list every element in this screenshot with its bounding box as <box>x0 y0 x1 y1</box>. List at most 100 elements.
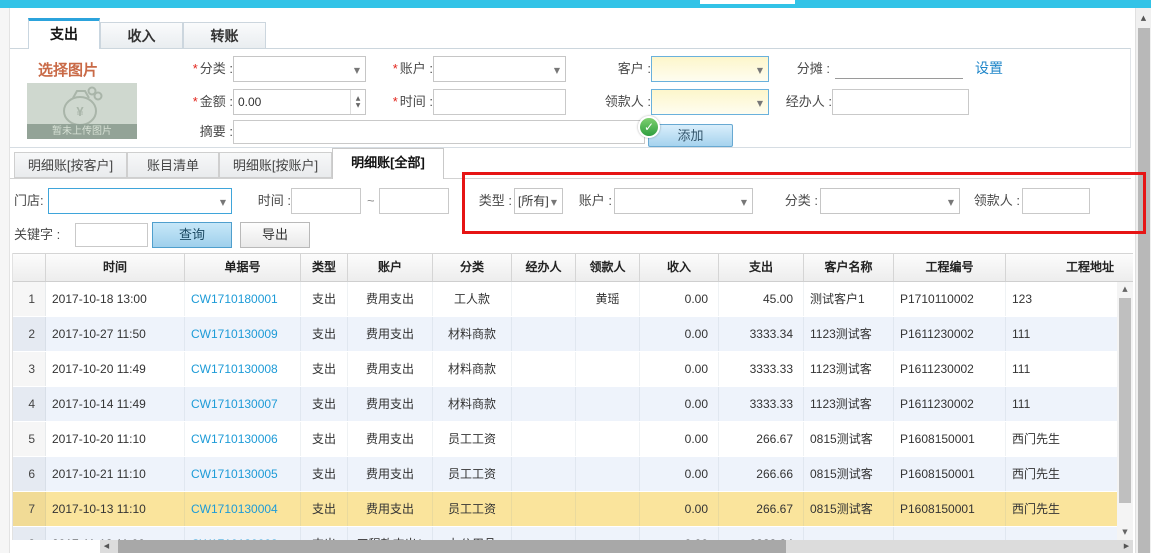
scroll-up-icon[interactable]: ▲ <box>1136 11 1151 25</box>
store-select[interactable]: ▼ <box>48 188 232 214</box>
agent-input[interactable] <box>832 89 969 115</box>
cell-customer: 1123测试客 <box>804 352 894 386</box>
cell-project-no <box>894 527 1006 540</box>
cell-account: 费用支出 <box>348 422 433 456</box>
column-header[interactable]: 客户名称 <box>804 254 894 281</box>
tab-detail-by-account[interactable]: 明细账[按账户] <box>219 152 332 178</box>
export-button[interactable]: 导出 <box>240 222 310 248</box>
cell-type: 支出 <box>301 317 348 351</box>
column-header[interactable]: 工程编号 <box>894 254 1006 281</box>
category-select[interactable]: ▼ <box>233 56 366 82</box>
scroll-down-icon[interactable]: ▼ <box>1117 525 1133 540</box>
cell-agent <box>512 492 576 526</box>
money-bag-icon: ¥ <box>63 86 103 126</box>
amount-input[interactable] <box>234 90 350 114</box>
table-vertical-scrollbar[interactable]: ▲ ▼ <box>1117 282 1133 540</box>
required-asterisk: * <box>192 94 198 109</box>
column-header[interactable]: 工程地址 <box>1006 254 1118 281</box>
add-button[interactable]: 添加 <box>648 124 733 147</box>
cell-account: 费用支出 <box>348 352 433 386</box>
time-input[interactable] <box>433 89 566 115</box>
cell-income: 0.00 <box>640 527 719 540</box>
cell-project-address: 西门先生 <box>1006 422 1118 456</box>
cell-doc-no[interactable]: CW1710130003 <box>185 527 301 540</box>
settings-link[interactable]: 设置 <box>975 58 1003 78</box>
tab-expense[interactable]: 支出 <box>28 18 100 49</box>
page-scrollbar[interactable]: ▲ <box>1135 8 1151 553</box>
cell-doc-no[interactable]: CW1710180001 <box>185 282 301 316</box>
time-from-input[interactable] <box>291 188 361 214</box>
row-number: 2 <box>13 317 46 351</box>
column-header[interactable]: 单据号 <box>185 254 301 281</box>
filter-payee-label: 领款人 : <box>973 193 1020 208</box>
table-row[interactable]: 2 2017-10-27 11:50 CW1710130009 支出 费用支出 材料商款 0… <box>13 317 1133 352</box>
column-header-rownum[interactable] <box>13 254 46 281</box>
cell-doc-no[interactable]: CW1710130009 <box>185 317 301 351</box>
column-header[interactable]: 收入 <box>640 254 719 281</box>
cell-account: 费用支出 <box>348 317 433 351</box>
cell-expense: 3333.33 <box>719 352 804 386</box>
cell-type: 支出 <box>301 457 348 491</box>
account-label: * 账户 : <box>392 61 433 76</box>
table-row[interactable]: 5 2017-10-20 11:10 CW1710130006 支出 费用支出 员工工资 0… <box>13 422 1133 457</box>
cell-customer: 0815测试客 <box>804 457 894 491</box>
type-label: 类型 : <box>478 193 512 208</box>
table-row[interactable]: 4 2017-10-14 11:49 CW1710130007 支出 费用支出 材料商款 0… <box>13 387 1133 422</box>
cell-type: 支出 <box>301 387 348 421</box>
column-header[interactable]: 领款人 <box>576 254 640 281</box>
column-header[interactable]: 账户 <box>348 254 433 281</box>
main-content: 支出 收入 转账 选择图片 ¥ 暂未上传图片 * 分类 : ▼ * 账户 : ▼ 客… <box>10 8 1146 553</box>
column-header[interactable]: 支出 <box>719 254 804 281</box>
scroll-left-icon[interactable]: ◀ <box>100 540 113 553</box>
time-to-input[interactable] <box>379 188 449 214</box>
cell-expense: 3333.34 <box>719 527 804 540</box>
cell-doc-no[interactable]: CW1710130006 <box>185 422 301 456</box>
scroll-right-icon[interactable]: ▶ <box>1120 540 1133 553</box>
scroll-up-icon[interactable]: ▲ <box>1117 282 1133 297</box>
cell-doc-no[interactable]: CW1710130004 <box>185 492 301 526</box>
keyword-input[interactable] <box>75 223 148 247</box>
filter-account-select[interactable]: ▼ <box>614 188 753 214</box>
column-header[interactable]: 类型 <box>301 254 348 281</box>
table-row[interactable]: 82017-11-13 11:00CW1710130003支出工程款支出1办公用… <box>13 527 1133 540</box>
cell-time: 2017-10-20 11:10 <box>46 422 185 456</box>
payee-select[interactable]: ▼ <box>651 89 769 115</box>
cell-doc-no[interactable]: CW1710130008 <box>185 352 301 386</box>
filter-category-select[interactable]: ▼ <box>820 188 960 214</box>
check-circle-icon: ✓ <box>638 116 660 138</box>
tab-income[interactable]: 收入 <box>100 22 183 49</box>
column-header[interactable]: 时间 <box>46 254 185 281</box>
filter-payee-input[interactable] <box>1022 188 1090 214</box>
scrollbar-thumb[interactable] <box>1119 298 1131 503</box>
cell-customer: 0815测试客 <box>804 492 894 526</box>
tab-detail-all[interactable]: 明细账[全部] <box>332 148 444 179</box>
cell-time: 2017-11-13 11:00 <box>46 527 185 540</box>
cell-doc-no[interactable]: CW1710130005 <box>185 457 301 491</box>
row-number: 7 <box>13 492 46 526</box>
summary-input[interactable] <box>233 120 645 144</box>
tab-transfer[interactable]: 转账 <box>183 22 266 49</box>
tab-detail-by-customer[interactable]: 明细账[按客户] <box>14 152 127 178</box>
cell-doc-no[interactable]: CW1710130007 <box>185 387 301 421</box>
split-field[interactable] <box>835 61 963 79</box>
chevron-down-icon: ▼ <box>550 198 557 207</box>
column-header[interactable]: 分类 <box>433 254 512 281</box>
column-header[interactable]: 经办人 <box>512 254 576 281</box>
table-row[interactable]: 1 2017-10-18 13:00 CW1710180001 支出 费用支出 工人款 黄瑶… <box>13 282 1133 317</box>
account-select[interactable]: ▼ <box>433 56 566 82</box>
horizontal-scrollbar[interactable]: ◀ ▶ <box>100 540 1133 553</box>
customer-select[interactable]: ▼ <box>651 56 769 82</box>
table-row[interactable]: 7 2017-10-13 11:10 CW1710130004 支出 费用支出 员工工资 0… <box>13 492 1133 527</box>
query-button[interactable]: 查询 <box>152 222 232 248</box>
scrollbar-thumb[interactable] <box>1138 28 1150 553</box>
cell-project-address <box>1006 527 1118 540</box>
tab-account-list[interactable]: 账目清单 <box>127 152 219 178</box>
choose-image-link[interactable]: 选择图片 <box>38 59 98 80</box>
table-row[interactable]: 6 2017-10-21 11:10 CW1710130005 支出 费用支出 员工工资 0… <box>13 457 1133 492</box>
scrollbar-thumb[interactable] <box>118 540 786 553</box>
table-row[interactable]: 3 2017-10-20 11:49 CW1710130008 支出 费用支出 材料商款 0… <box>13 352 1133 387</box>
type-select[interactable]: [所有] ▼ <box>514 188 563 214</box>
image-placeholder[interactable]: ¥ 暂未上传图片 <box>27 83 137 139</box>
chevron-down-icon: ▼ <box>219 198 226 207</box>
table-header-row: 时间 单据号 类型 账户 分类 经办人 领款人 收入 支出 客户名称 工程编号 工程地址 <box>13 253 1133 282</box>
